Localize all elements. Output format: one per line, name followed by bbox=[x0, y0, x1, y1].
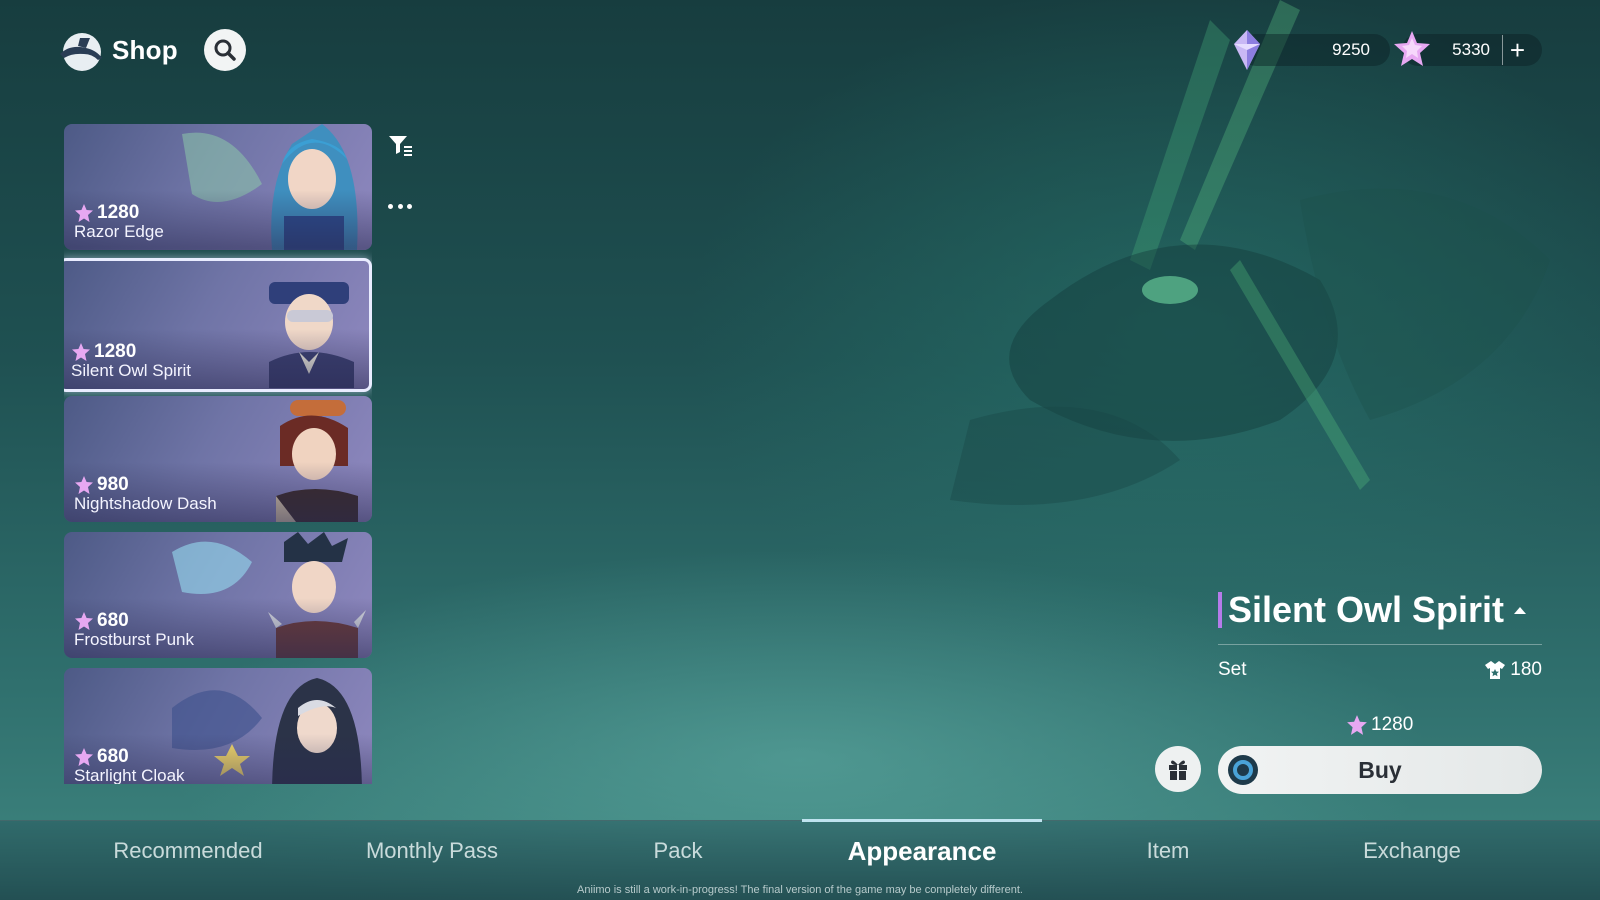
star-currency: 5330 + bbox=[1394, 31, 1542, 66]
tab-pack[interactable]: Pack bbox=[578, 821, 778, 881]
background-creature-art bbox=[950, 0, 1550, 505]
back-arrow-icon bbox=[60, 33, 102, 71]
skin-name: Starlight Cloak bbox=[74, 766, 185, 784]
more-options-button[interactable] bbox=[385, 196, 415, 216]
skin-list[interactable]: 1280 Razor Edge 1280 Silent Owl Spirit 9… bbox=[64, 124, 372, 784]
search-icon bbox=[214, 39, 236, 61]
skin-price-value: 680 bbox=[97, 746, 129, 767]
skin-price: 680 bbox=[74, 610, 129, 632]
buy-price-value: 1280 bbox=[1371, 714, 1414, 735]
gem-currency: 9250 bbox=[1234, 30, 1390, 70]
back-button[interactable] bbox=[56, 28, 106, 72]
page-title: Shop bbox=[112, 34, 178, 65]
gift-icon bbox=[1169, 760, 1187, 780]
appearance-points-value: 180 bbox=[1510, 659, 1542, 680]
disclaimer-text: Aniimo is still a work-in-progress! The … bbox=[577, 884, 1023, 896]
tab-monthly-pass[interactable]: Monthly Pass bbox=[332, 821, 532, 881]
filter-button[interactable] bbox=[385, 130, 415, 160]
crystal-gem-icon bbox=[1234, 30, 1260, 70]
divider bbox=[1218, 644, 1542, 645]
currency-bar: 9250 5330 + bbox=[1234, 30, 1542, 70]
tab-item[interactable]: Item bbox=[1068, 821, 1268, 881]
star-icon bbox=[1347, 715, 1367, 735]
star-count: 5330 bbox=[1452, 40, 1490, 59]
star-icon bbox=[72, 343, 90, 361]
skin-price: 680 bbox=[74, 746, 129, 768]
more-dot-icon bbox=[397, 203, 403, 209]
expand-caret-icon[interactable] bbox=[1514, 606, 1527, 614]
item-title-row: Silent Owl Spirit bbox=[1218, 589, 1542, 630]
title-accent-bar bbox=[1218, 592, 1222, 628]
star-icon bbox=[75, 748, 93, 766]
skin-price: 1280 bbox=[71, 341, 136, 363]
add-currency-button[interactable]: + bbox=[1502, 35, 1532, 65]
skin-card-silent-owl-spirit[interactable]: 1280 Silent Owl Spirit bbox=[64, 258, 372, 392]
item-type-label: Set bbox=[1218, 659, 1247, 680]
gift-button[interactable] bbox=[1155, 746, 1201, 792]
tab-appearance[interactable]: Appearance bbox=[822, 821, 1022, 881]
gem-count: 9250 bbox=[1332, 40, 1370, 59]
search-button[interactable] bbox=[203, 29, 246, 71]
top-left-header: Shop bbox=[56, 28, 246, 72]
filter-icon bbox=[389, 136, 412, 156]
skin-price-value: 1280 bbox=[94, 341, 137, 362]
skin-price-value: 680 bbox=[97, 610, 129, 631]
star-currency-icon bbox=[1394, 31, 1430, 66]
appearance-points: 180 bbox=[1484, 659, 1542, 681]
skin-name: Frostburst Punk bbox=[74, 630, 194, 649]
skin-card-frostburst-punk[interactable]: 680 Frostburst Punk bbox=[64, 532, 372, 658]
star-icon bbox=[75, 476, 93, 494]
skin-price-value: 1280 bbox=[97, 202, 140, 223]
star-icon bbox=[75, 204, 93, 222]
tab-recommended[interactable]: Recommended bbox=[88, 821, 288, 881]
item-detail-panel: Silent Owl Spirit Set 180 bbox=[1218, 589, 1542, 681]
skin-price: 1280 bbox=[74, 202, 139, 224]
tab-exchange[interactable]: Exchange bbox=[1312, 821, 1512, 881]
star-icon bbox=[75, 612, 93, 630]
skin-name: Nightshadow Dash bbox=[74, 494, 217, 513]
more-dot-icon bbox=[407, 203, 412, 209]
controller-button-icon bbox=[1228, 755, 1258, 785]
skin-card-starlight-cloak[interactable]: 680 Starlight Cloak bbox=[64, 668, 372, 784]
skin-price: 980 bbox=[74, 474, 129, 496]
set-info-row: Set 180 bbox=[1218, 659, 1542, 681]
buy-price: 1280 bbox=[1346, 714, 1413, 736]
outfit-icon bbox=[1485, 661, 1506, 679]
skin-card-razor-edge[interactable]: 1280 Razor Edge bbox=[64, 124, 372, 250]
skin-name: Razor Edge bbox=[74, 222, 164, 241]
skin-price-value: 980 bbox=[97, 474, 129, 495]
skin-card-nightshadow-dash[interactable]: 980 Nightshadow Dash bbox=[64, 396, 372, 522]
skin-name: Silent Owl Spirit bbox=[71, 361, 191, 380]
item-title: Silent Owl Spirit bbox=[1228, 589, 1505, 630]
buy-button[interactable]: Buy bbox=[1218, 746, 1542, 794]
buy-label: Buy bbox=[1358, 756, 1402, 783]
more-dot-icon bbox=[388, 203, 393, 209]
